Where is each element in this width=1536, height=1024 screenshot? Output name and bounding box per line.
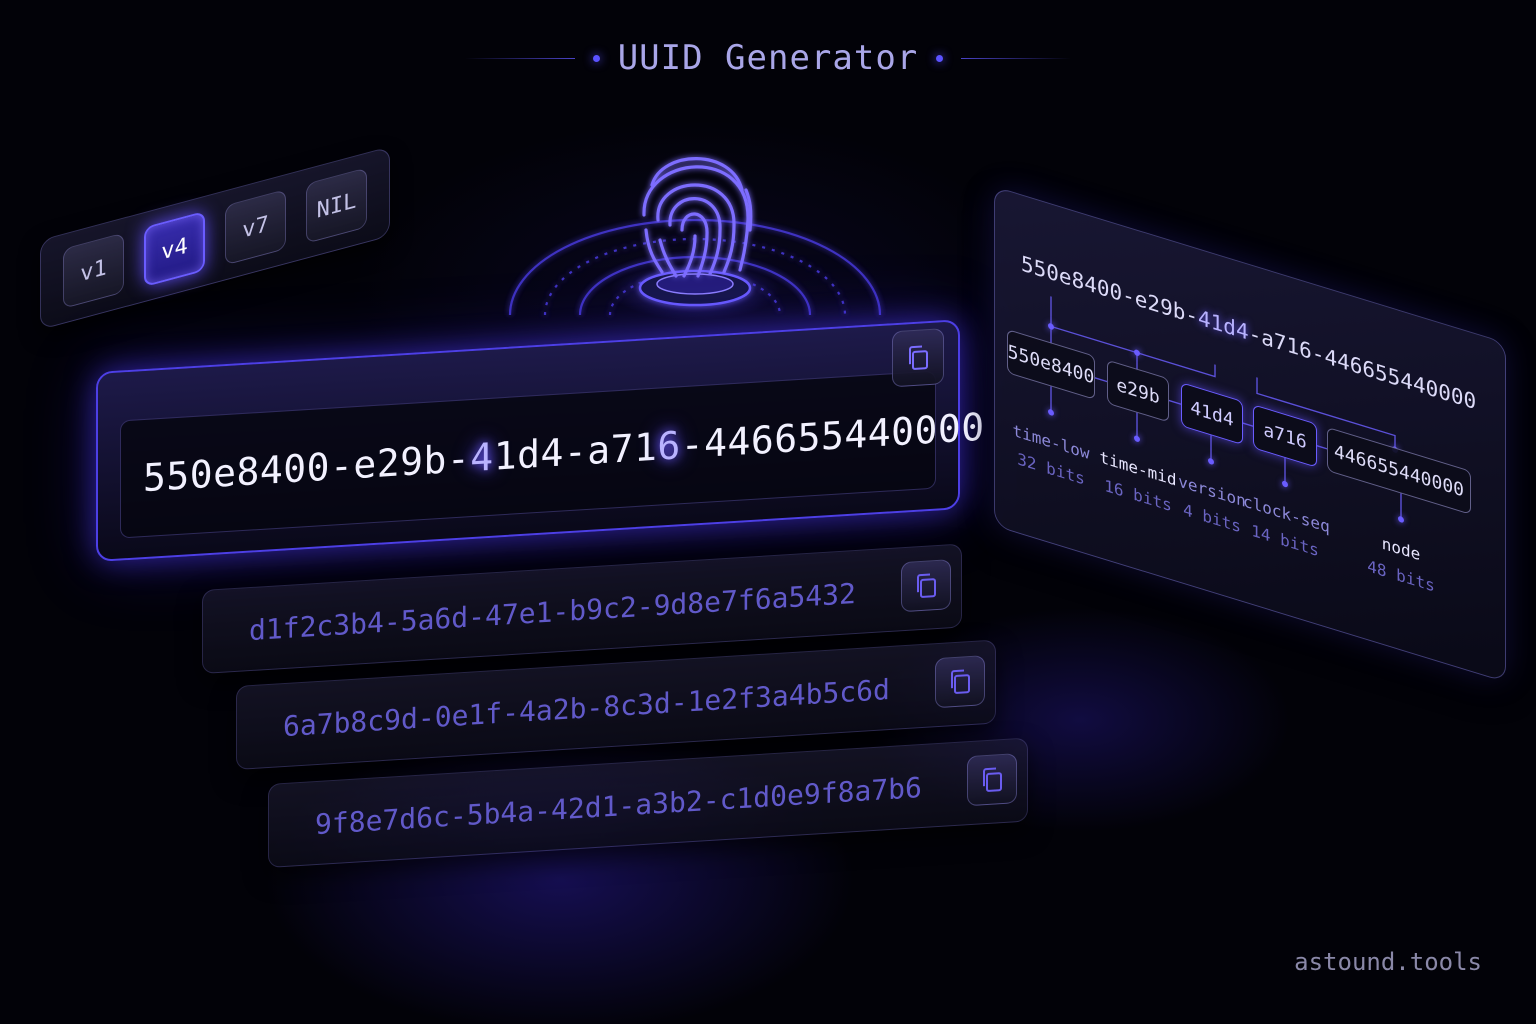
copy-button[interactable] [892, 328, 944, 388]
title-dot-left [592, 54, 600, 62]
copy-button[interactable] [901, 559, 951, 613]
version-tab-v7[interactable]: v7 [225, 189, 287, 266]
version-tab-v4[interactable]: v4 [143, 210, 206, 288]
copy-button[interactable] [935, 655, 985, 709]
version-selector: v1 v4 v7 NIL [40, 146, 390, 330]
anatomy-connectors [1050, 296, 1402, 520]
generated-uuid-value: 550e8400-e29b-41d4-a716-446655440000 [143, 405, 985, 500]
copy-icon [983, 767, 1002, 792]
uuid-part: -446655440000 [680, 404, 985, 468]
generated-uuid-panel: 550e8400-e29b-41d4-a716-446655440000 [96, 319, 985, 562]
uuid-version-digit: 4 [470, 434, 494, 481]
fingerprint-icon [450, 130, 940, 350]
history-uuid[interactable]: d1f2c3b4-5a6d-47e1-b9c2-9d8e7f6a5432 [249, 577, 856, 647]
uuid-part: 1d4-a71 [493, 424, 658, 479]
history-uuid[interactable]: 9f8e7d6c-5b4a-42d1-a3b2-c1d0e9f8a7b6 [315, 771, 922, 841]
copy-icon [951, 669, 970, 694]
uuid-anatomy-panel: 550e8400-e29b-41d4-a716-446655440000 550… [994, 186, 1506, 683]
version-tab-v1[interactable]: v1 [63, 232, 124, 309]
copy-icon [917, 573, 936, 598]
title-divider-right [961, 57, 1072, 59]
title-dot-right [936, 54, 944, 62]
version-tab-nil[interactable]: NIL [306, 167, 367, 244]
title-divider-left [464, 57, 575, 59]
uuid-part: 550e8400-e29b- [143, 436, 471, 501]
copy-icon [909, 345, 928, 370]
header: UUID Generator [0, 36, 1536, 80]
app-title: UUID Generator [617, 38, 919, 78]
uuid-variant-digit: 6 [657, 423, 681, 469]
generated-uuid-field[interactable]: 550e8400-e29b-41d4-a716-446655440000 [120, 370, 985, 539]
copy-button[interactable] [967, 753, 1017, 807]
brand-label: astound.tools [1294, 948, 1482, 976]
history-uuid[interactable]: 6a7b8c9d-0e1f-4a2b-8c3d-1e2f3a4b5c6d [283, 673, 890, 743]
